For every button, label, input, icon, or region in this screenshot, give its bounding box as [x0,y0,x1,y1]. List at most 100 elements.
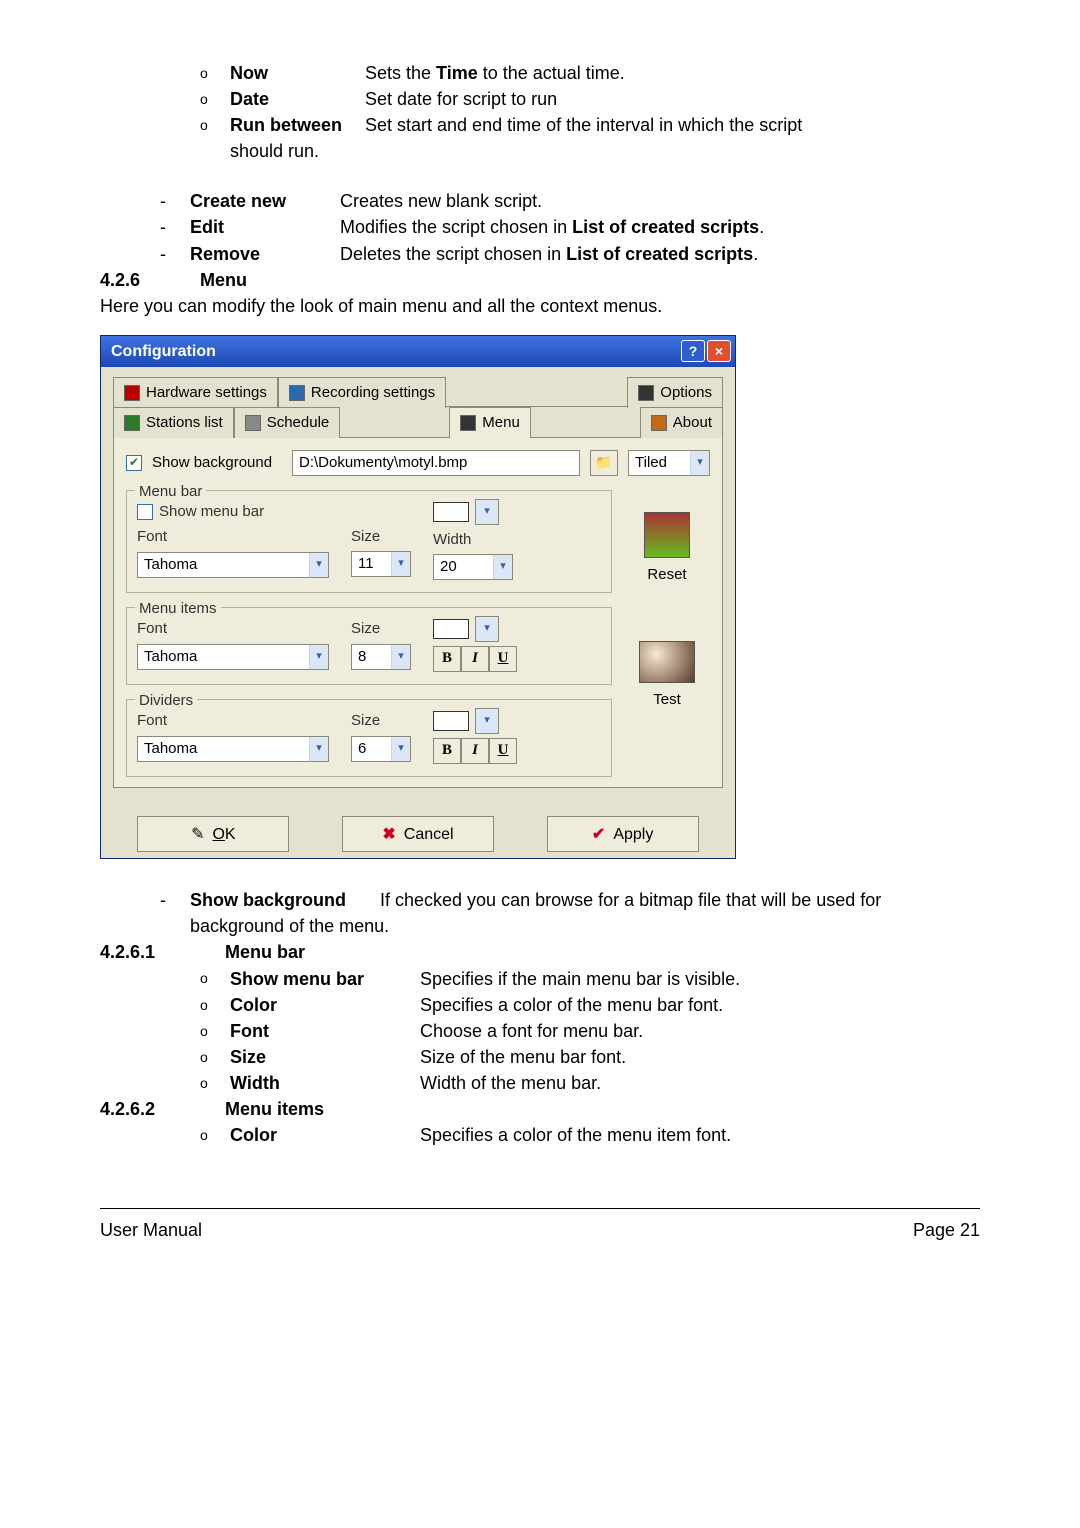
desc: Set date for script to run [365,86,980,112]
heading-4-2-6-1: 4.2.6.1 Menu bar [100,939,980,965]
desc: Specifies a color of the menu bar font. [420,992,980,1018]
tab-hardware-settings[interactable]: Hardware settings [113,377,278,408]
dash-bullet: - [160,214,190,240]
dividers-size-combo[interactable]: 6▾ [351,736,411,762]
footer-left: User Manual [100,1217,202,1243]
menuitems-font-combo[interactable]: Tahoma▾ [137,644,329,670]
dash-bullet: - [160,188,190,214]
circle-bullet: o [200,86,230,112]
chevron-down-icon: ▾ [391,552,410,576]
section-number: 4.2.6 [100,267,195,293]
show-background-checkbox[interactable]: ✔ [126,455,142,471]
preview-column: Reset Test [624,476,710,778]
list-item: o Color Specifies a color of the menu it… [200,1122,980,1148]
desc: Creates new blank script. [340,188,980,214]
underline-button[interactable]: U [489,646,517,672]
bold-button[interactable]: B [433,646,461,672]
circle-bullet: o [200,1018,230,1044]
tab-recording-settings[interactable]: Recording settings [278,377,446,408]
reset-preview-icon [644,512,690,558]
cancel-button[interactable]: ✖Cancel [342,816,494,852]
clock-icon [245,415,261,431]
help-icon[interactable]: ? [681,340,705,362]
gear-icon [124,385,140,401]
tab-schedule[interactable]: Schedule [234,407,341,438]
circle-bullet: o [200,992,230,1018]
apply-button[interactable]: ✔Apply [547,816,699,852]
list-icon [124,415,140,431]
menubar-color-combo[interactable]: ▾ [475,499,499,525]
desc: Sets the Time to the actual time. [365,60,980,86]
dividers-legend: Dividers [135,690,197,712]
dividers-style-buttons: B I U [433,738,553,764]
circle-bullet: o [200,1044,230,1070]
list-item: o Size Size of the menu bar font. [200,1044,980,1070]
underline-button[interactable]: U [489,738,517,764]
dash-list: - Create new Creates new blank script. -… [100,188,980,266]
circle-bullet: o [200,1070,230,1096]
chevron-down-icon: ▾ [476,709,498,733]
dialog-button-row: ✎OK ✖Cancel ✔Apply [101,802,735,858]
bold-button[interactable]: B [433,738,461,764]
show-menubar-label: Show menu bar [159,501,264,523]
dividers-font-combo[interactable]: Tahoma▾ [137,736,329,762]
intro-text: Here you can modify the look of main men… [100,293,980,319]
dash-bullet: - [160,887,190,913]
menubar-font-combo[interactable]: Tahoma▾ [137,552,329,578]
tab-menu[interactable]: Menu [449,407,531,438]
record-icon [289,385,305,401]
italic-button[interactable]: I [461,646,489,672]
tab-about[interactable]: About [640,407,723,438]
menuitems-color-combo[interactable]: ▾ [475,616,499,642]
size-label: Size [351,526,419,548]
list-item: o Font Choose a font for menu bar. [200,1018,980,1044]
font-label: Font [137,618,337,640]
menubar-color-swatch[interactable] [433,502,469,522]
section-title: Menu bar [225,942,305,962]
show-background-row: ✔ Show background D:\Dokumenty\motyl.bmp… [126,450,710,476]
dividers-color-swatch[interactable] [433,711,469,731]
show-background-label: Show background [152,452,282,474]
heading-4-2-6-2: 4.2.6.2 Menu items [100,1096,980,1122]
term: Size [230,1044,420,1070]
chevron-down-icon: ▾ [309,645,328,669]
desc-cont: background of the menu. [190,913,389,939]
test-button[interactable]: Test [653,689,681,711]
tab-options[interactable]: Options [627,377,723,408]
show-menubar-checkbox[interactable]: ✔ [137,504,153,520]
chevron-down-icon: ▾ [391,737,410,761]
reset-button[interactable]: Reset [647,564,686,586]
tab-row-2: Stations list Schedule Menu About [113,407,723,438]
menubar-size-combo[interactable]: 11▾ [351,551,411,577]
desc: Size of the menu bar font. [420,1044,980,1070]
tile-mode-combo[interactable]: Tiled▾ [628,450,710,476]
list-item: o Width Width of the menu bar. [200,1070,980,1096]
background-path-input[interactable]: D:\Dokumenty\motyl.bmp [292,450,580,476]
list-item: - Create new Creates new blank script. [160,188,980,214]
menubar-width-combo[interactable]: 20▾ [433,554,513,580]
menu-icon [460,415,476,431]
ok-button[interactable]: ✎OK [137,816,289,852]
term-cont: should run. [230,138,319,164]
menuitems-fieldset: Menu items Font Tahoma▾ Size 8▾ [126,607,612,685]
menuitems-size-combo[interactable]: 8▾ [351,644,411,670]
dialog-titlebar[interactable]: Configuration ? × [101,336,735,367]
term: Width [230,1070,420,1096]
close-icon[interactable]: × [707,340,731,362]
list-item: - Remove Deletes the script chosen in Li… [160,241,980,267]
chevron-down-icon: ▾ [309,737,328,761]
chevron-down-icon: ▾ [476,500,498,524]
circle-bullet: o [200,966,230,992]
tab-row-1: Hardware settings Recording settings Opt… [113,377,723,407]
document-page: oNowSets the Time to the actual time.oDa… [0,0,1080,1283]
dividers-color-combo[interactable]: ▾ [475,708,499,734]
section-number: 4.2.6.1 [100,939,220,965]
term: Show background [190,887,380,913]
about-icon [651,415,667,431]
menubar-sublist: o Show menu bar Specifies if the main me… [100,966,980,1096]
tab-stations-list[interactable]: Stations list [113,407,234,438]
menuitems-color-swatch[interactable] [433,619,469,639]
italic-button[interactable]: I [461,738,489,764]
browse-folder-button[interactable]: 📁 [590,450,618,476]
circle-bullet: o [200,112,230,138]
